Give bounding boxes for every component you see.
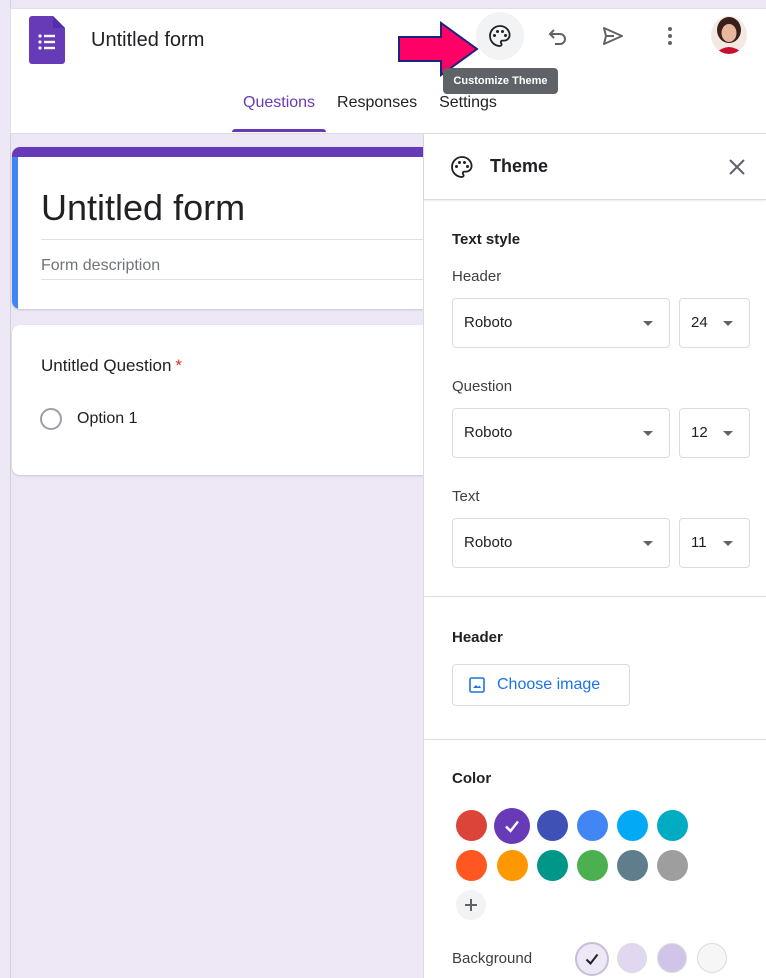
tab-questions[interactable]: Questions xyxy=(232,92,327,132)
more-options-button[interactable] xyxy=(646,12,694,60)
chevron-down-icon xyxy=(643,541,653,546)
close-icon[interactable] xyxy=(725,155,749,179)
background-swatch-light[interactable] xyxy=(575,942,609,976)
document-title[interactable]: Untitled form xyxy=(91,29,204,52)
tab-responses[interactable]: Responses xyxy=(326,92,428,132)
header-section-label: Header xyxy=(452,629,503,646)
required-marker: * xyxy=(175,356,183,375)
color-section-label: Color xyxy=(452,770,492,787)
chevron-down-icon xyxy=(643,321,653,326)
background-swatch-dark[interactable] xyxy=(657,943,687,973)
window-edge xyxy=(10,0,11,978)
color-swatch-orange[interactable] xyxy=(497,850,528,881)
option-radio[interactable] xyxy=(40,408,62,430)
header-font-label: Header xyxy=(452,268,502,285)
color-swatch-blue[interactable] xyxy=(577,810,608,841)
color-swatch-red[interactable] xyxy=(456,810,487,841)
divider xyxy=(424,596,766,597)
text-size-value: 11 xyxy=(691,534,707,551)
chevron-down-icon xyxy=(723,431,733,436)
question-size-select[interactable]: 12 xyxy=(679,408,750,458)
check-icon xyxy=(505,820,519,833)
color-swatch-grey[interactable] xyxy=(657,850,688,881)
palette-icon xyxy=(451,156,473,178)
add-custom-color-button[interactable] xyxy=(456,890,486,920)
color-swatch-teal[interactable] xyxy=(537,850,568,881)
color-swatch-blue-grey[interactable] xyxy=(617,850,648,881)
divider xyxy=(41,239,441,240)
header-size-select[interactable]: 24 xyxy=(679,298,750,348)
header-font-value: Roboto xyxy=(464,314,513,331)
customize-theme-tooltip: Customize Theme xyxy=(443,68,558,94)
text-font-value: Roboto xyxy=(464,534,513,551)
color-swatch-light-blue[interactable] xyxy=(617,810,648,841)
question-size-value: 12 xyxy=(691,424,708,441)
text-font-select[interactable]: Roboto xyxy=(452,518,670,568)
color-swatch-deep-orange[interactable] xyxy=(456,850,487,881)
question-title-text: Untitled Question xyxy=(41,356,172,375)
text-font-label: Text xyxy=(452,488,480,505)
text-style-label: Text style xyxy=(452,231,521,248)
plus-icon xyxy=(465,899,477,911)
forms-app-icon[interactable] xyxy=(29,16,65,64)
form-description-input[interactable]: Form description xyxy=(41,257,160,275)
header-size-value: 24 xyxy=(691,314,708,331)
customize-theme-button[interactable] xyxy=(476,12,524,60)
undo-button[interactable] xyxy=(534,12,582,60)
choose-image-label: Choose image xyxy=(497,676,601,693)
question-font-value: Roboto xyxy=(464,424,513,441)
undo-icon xyxy=(548,29,566,45)
question-font-select[interactable]: Roboto xyxy=(452,408,670,458)
divider xyxy=(424,739,766,740)
form-title-card[interactable]: Untitled form Form description xyxy=(12,147,452,309)
more-vert-icon xyxy=(668,27,672,45)
background-label: Background xyxy=(452,950,533,967)
color-swatch-cyan[interactable] xyxy=(657,810,688,841)
theme-panel-title: Theme xyxy=(490,156,549,176)
color-swatch-green[interactable] xyxy=(577,850,608,881)
option-label[interactable]: Option 1 xyxy=(77,410,137,428)
chevron-down-icon xyxy=(643,431,653,436)
divider xyxy=(41,279,441,280)
send-icon xyxy=(603,27,623,45)
chevron-down-icon xyxy=(723,541,733,546)
question-card[interactable]: Untitled Question * Option 1 xyxy=(12,325,452,475)
avatar[interactable] xyxy=(711,16,747,54)
background-swatch-grey[interactable] xyxy=(697,943,727,973)
choose-image-button[interactable]: Choose image xyxy=(452,664,630,706)
tab-settings[interactable]: Settings xyxy=(428,92,508,132)
theme-color-band xyxy=(12,147,452,157)
focus-stripe xyxy=(12,157,18,309)
text-size-select[interactable]: 11 xyxy=(679,518,750,568)
theme-panel: Theme Text style Header Roboto 24 Questi… xyxy=(423,134,766,978)
form-title-input[interactable]: Untitled form xyxy=(41,187,245,229)
check-icon xyxy=(585,953,599,966)
color-swatch-indigo[interactable] xyxy=(537,810,568,841)
header-font-select[interactable]: Roboto xyxy=(452,298,670,348)
palette-icon xyxy=(489,25,511,47)
theme-panel-header: Theme xyxy=(424,134,766,200)
form-tabs: Questions Responses Settings xyxy=(232,92,508,132)
background-swatch-medium[interactable] xyxy=(617,943,647,973)
question-font-label: Question xyxy=(452,378,513,395)
color-swatch-purple[interactable] xyxy=(494,808,530,844)
question-title[interactable]: Untitled Question * xyxy=(41,356,182,376)
send-button[interactable] xyxy=(589,12,637,60)
image-icon xyxy=(469,677,485,693)
chevron-down-icon xyxy=(723,321,733,326)
